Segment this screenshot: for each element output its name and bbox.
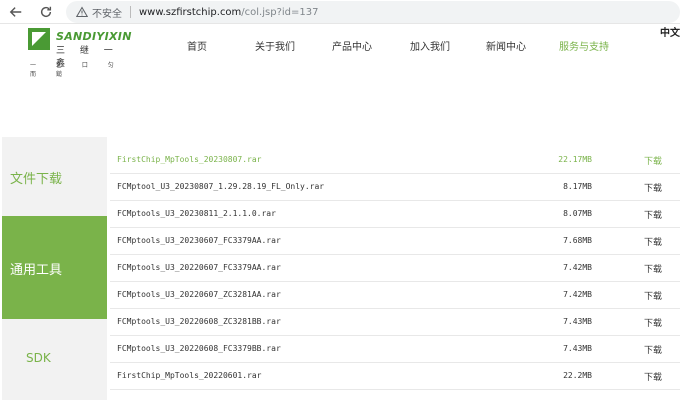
logo-slogan: 一 艺 口 匀 而 鎚	[30, 62, 123, 78]
file-name[interactable]: FCMptools_U3_20230811_2.1.1.0.rar	[117, 209, 276, 218]
address-bar[interactable]: 不安全 www.szfirstchip.com /col.jsp?id=137	[66, 1, 680, 23]
file-size: 7.43MB	[563, 344, 592, 353]
file-name[interactable]: FirstChip_MpTools_20220601.rar	[117, 371, 262, 380]
nav-item-join[interactable]: 加入我们	[410, 38, 450, 53]
logo-mark-icon	[28, 28, 50, 50]
file-size: 7.42MB	[563, 290, 592, 299]
file-name[interactable]: FCMptools_U3_20220608_FC3379BB.rar	[117, 344, 281, 353]
sidebar-item-downloads[interactable]: 文件下载	[2, 137, 107, 215]
url-host: www.szfirstchip.com	[139, 6, 242, 18]
file-name[interactable]: FCMptool_U3_20230807_1.29.28.19_FL_Only.…	[117, 182, 324, 191]
file-size: 22.17MB	[558, 155, 592, 164]
sidebar: 文件下载 通用工具 SDK	[2, 137, 107, 400]
reload-icon[interactable]	[36, 2, 56, 22]
nav-item-news[interactable]: 新闻中心	[486, 38, 526, 53]
table-row[interactable]: FCMptools_U3_20230607_FC3379AA.rar 7.68M…	[110, 228, 680, 255]
table-row[interactable]: FCMptools_U3_20220608_FC3379BB.rar 7.43M…	[110, 336, 680, 363]
company-logo[interactable]: SANDIYIXIN 三 继 一 鑫 一 艺 口 匀 而 鎚	[28, 28, 131, 78]
sidebar-item-label: 通用工具	[10, 263, 63, 278]
table-row[interactable]: FirstChip_MpTools_20230807.rar 22.17MB 下…	[110, 147, 680, 174]
download-link[interactable]: 下载	[644, 316, 662, 329]
address-separator	[130, 6, 131, 18]
logo-brand-en: SANDIYIXIN	[56, 30, 132, 43]
download-link[interactable]: 下载	[644, 208, 662, 221]
url-path: /col.jsp?id=137	[241, 6, 319, 18]
nav-item-about[interactable]: 关于我们	[255, 38, 295, 53]
download-link[interactable]: 下载	[644, 370, 662, 383]
download-link[interactable]: 下载	[644, 262, 662, 275]
file-size: 7.42MB	[563, 263, 592, 272]
file-name[interactable]: FCMptools_U3_20220608_ZC3281BB.rar	[117, 317, 281, 326]
nav-item-products[interactable]: 产品中心	[332, 38, 372, 53]
file-size: 8.07MB	[563, 209, 592, 218]
sidebar-item-tools[interactable]: 通用工具	[2, 216, 107, 319]
file-size: 7.43MB	[563, 317, 592, 326]
nav-item-support[interactable]: 服务与支持	[559, 38, 609, 53]
file-name[interactable]: FCMptools_U3_20230607_FC3379AA.rar	[117, 236, 281, 245]
language-switch[interactable]: 中文	[660, 24, 680, 39]
file-name[interactable]: FCMptools_U3_20220607_ZC3281AA.rar	[117, 290, 281, 299]
file-list: FirstChip_MpTools_20230807.rar 22.17MB 下…	[110, 147, 680, 390]
download-link[interactable]: 下载	[644, 154, 662, 167]
file-size: 22.2MB	[563, 371, 592, 380]
file-size: 8.17MB	[563, 182, 592, 191]
file-name[interactable]: FirstChip_MpTools_20230807.rar	[117, 155, 262, 164]
table-row[interactable]: FCMptools_U3_20220607_FC3379AA.rar 7.42M…	[110, 255, 680, 282]
insecure-label[interactable]: 不安全	[92, 5, 122, 20]
download-link[interactable]: 下载	[644, 289, 662, 302]
table-row[interactable]: FCMptools_U3_20220607_ZC3281AA.rar 7.42M…	[110, 282, 680, 309]
sidebar-item-sdk[interactable]: SDK	[2, 319, 107, 397]
sidebar-item-label: SDK	[26, 351, 51, 365]
browser-toolbar: 不安全 www.szfirstchip.com /col.jsp?id=137	[0, 0, 680, 24]
table-row[interactable]: FirstChip_MpTools_20220601.rar 22.2MB 下载	[110, 363, 680, 390]
sidebar-item-label: 文件下载	[10, 172, 63, 187]
nav-item-home[interactable]: 首页	[187, 38, 207, 53]
table-row[interactable]: FCMptools_U3_20230811_2.1.1.0.rar 8.07MB…	[110, 201, 680, 228]
back-arrow-icon[interactable]	[6, 2, 26, 22]
table-row[interactable]: FCMptool_U3_20230807_1.29.28.19_FL_Only.…	[110, 174, 680, 201]
download-link[interactable]: 下载	[644, 235, 662, 248]
download-link[interactable]: 下载	[644, 181, 662, 194]
table-row[interactable]: FCMptools_U3_20220608_ZC3281BB.rar 7.43M…	[110, 309, 680, 336]
file-name[interactable]: FCMptools_U3_20220607_FC3379AA.rar	[117, 263, 281, 272]
warning-triangle-icon[interactable]	[76, 6, 88, 18]
file-size: 7.68MB	[563, 236, 592, 245]
download-link[interactable]: 下载	[644, 343, 662, 356]
